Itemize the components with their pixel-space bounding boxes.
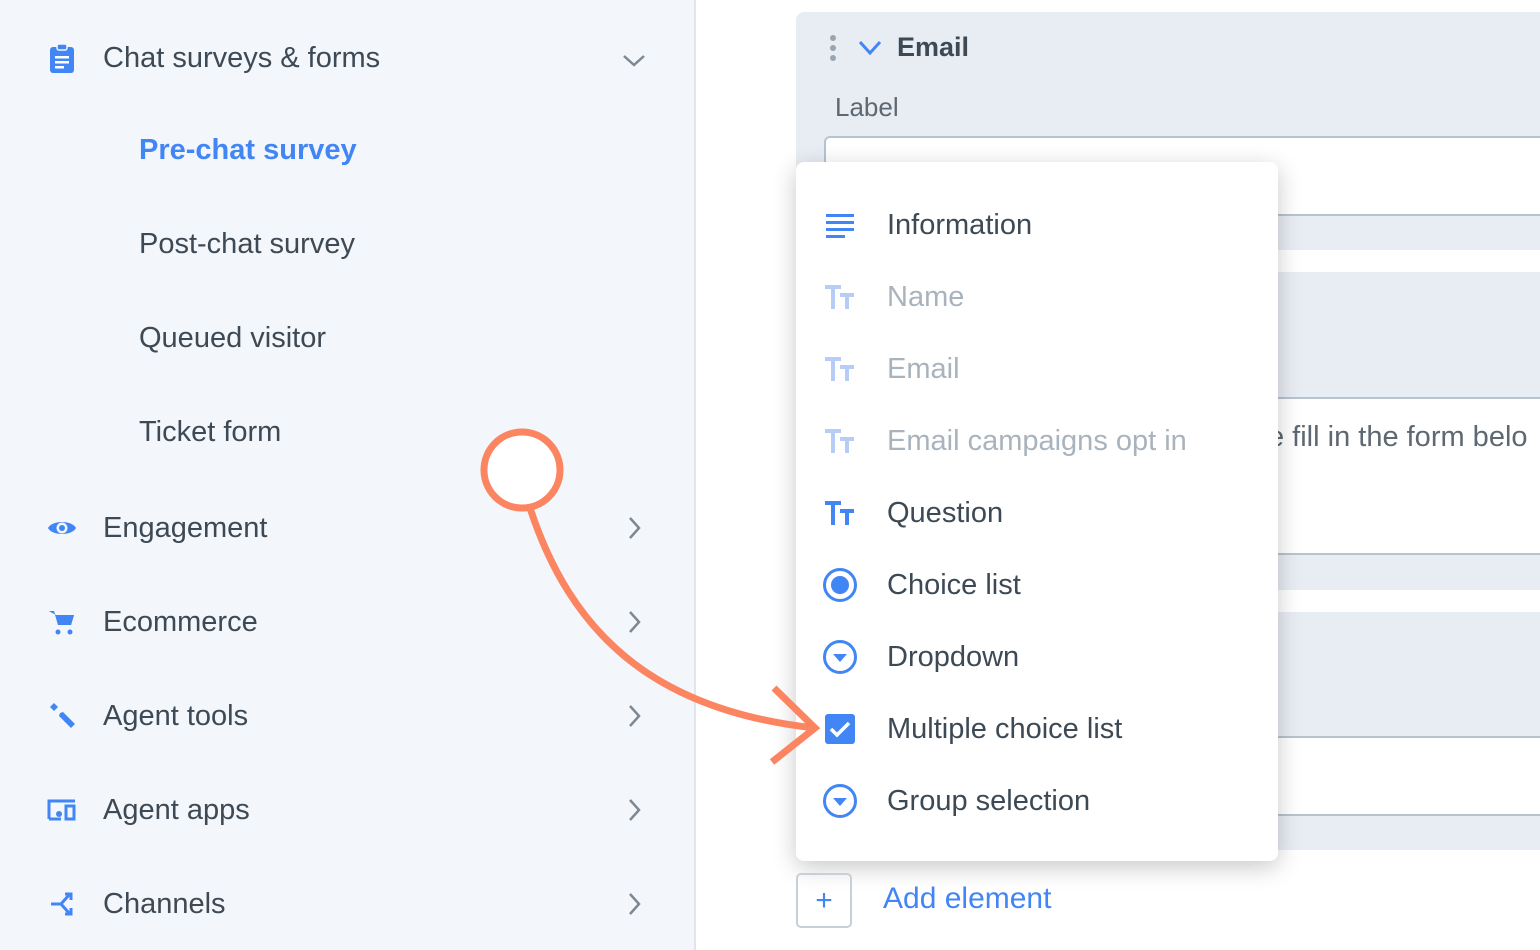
annotation-circle	[480, 428, 564, 512]
annotation-arrow	[480, 428, 821, 765]
annotation-curve	[526, 506, 816, 732]
